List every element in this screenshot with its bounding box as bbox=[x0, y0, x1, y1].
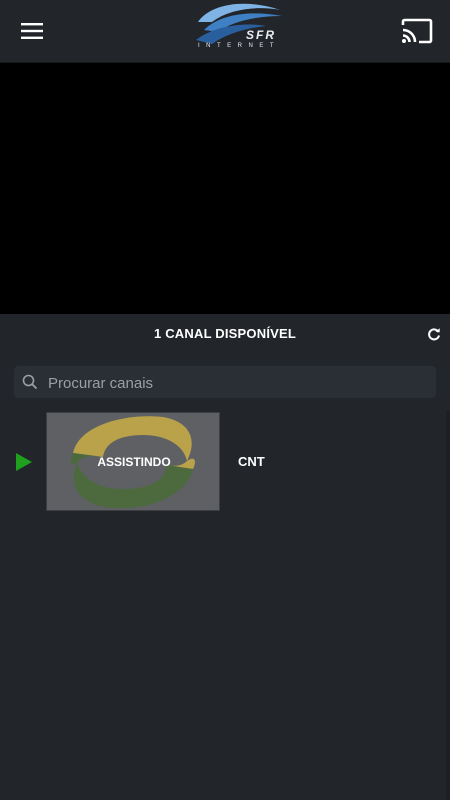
watching-badge: ASSISTINDO bbox=[97, 455, 171, 469]
cast-button[interactable] bbox=[398, 14, 436, 48]
channel-name: CNT bbox=[238, 454, 265, 469]
search-icon bbox=[22, 374, 38, 390]
search-input[interactable] bbox=[46, 366, 430, 400]
video-player[interactable] bbox=[0, 63, 450, 314]
search-box bbox=[14, 366, 436, 400]
menu-button[interactable] bbox=[14, 15, 50, 47]
logo-subtitle: INTERNET bbox=[198, 43, 280, 49]
channel-thumbnail: ASSISTINDO bbox=[46, 412, 220, 511]
channel-list-header: 1 CANAL DISPONÍVEL bbox=[0, 314, 450, 354]
logo-text: SFR bbox=[246, 28, 276, 42]
app-bar: SFR INTERNET bbox=[0, 0, 450, 63]
refresh-button[interactable] bbox=[424, 324, 444, 344]
hamburger-menu-icon bbox=[21, 23, 43, 39]
scrollbar[interactable] bbox=[446, 411, 450, 800]
channel-list-item[interactable]: ASSISTINDO CNT bbox=[0, 411, 446, 511]
brand-logo: SFR INTERNET bbox=[190, 0, 290, 56]
play-icon bbox=[16, 453, 32, 471]
cast-icon bbox=[401, 18, 433, 44]
refresh-icon bbox=[428, 328, 440, 341]
channel-count-label: 1 CANAL DISPONÍVEL bbox=[153, 326, 297, 341]
